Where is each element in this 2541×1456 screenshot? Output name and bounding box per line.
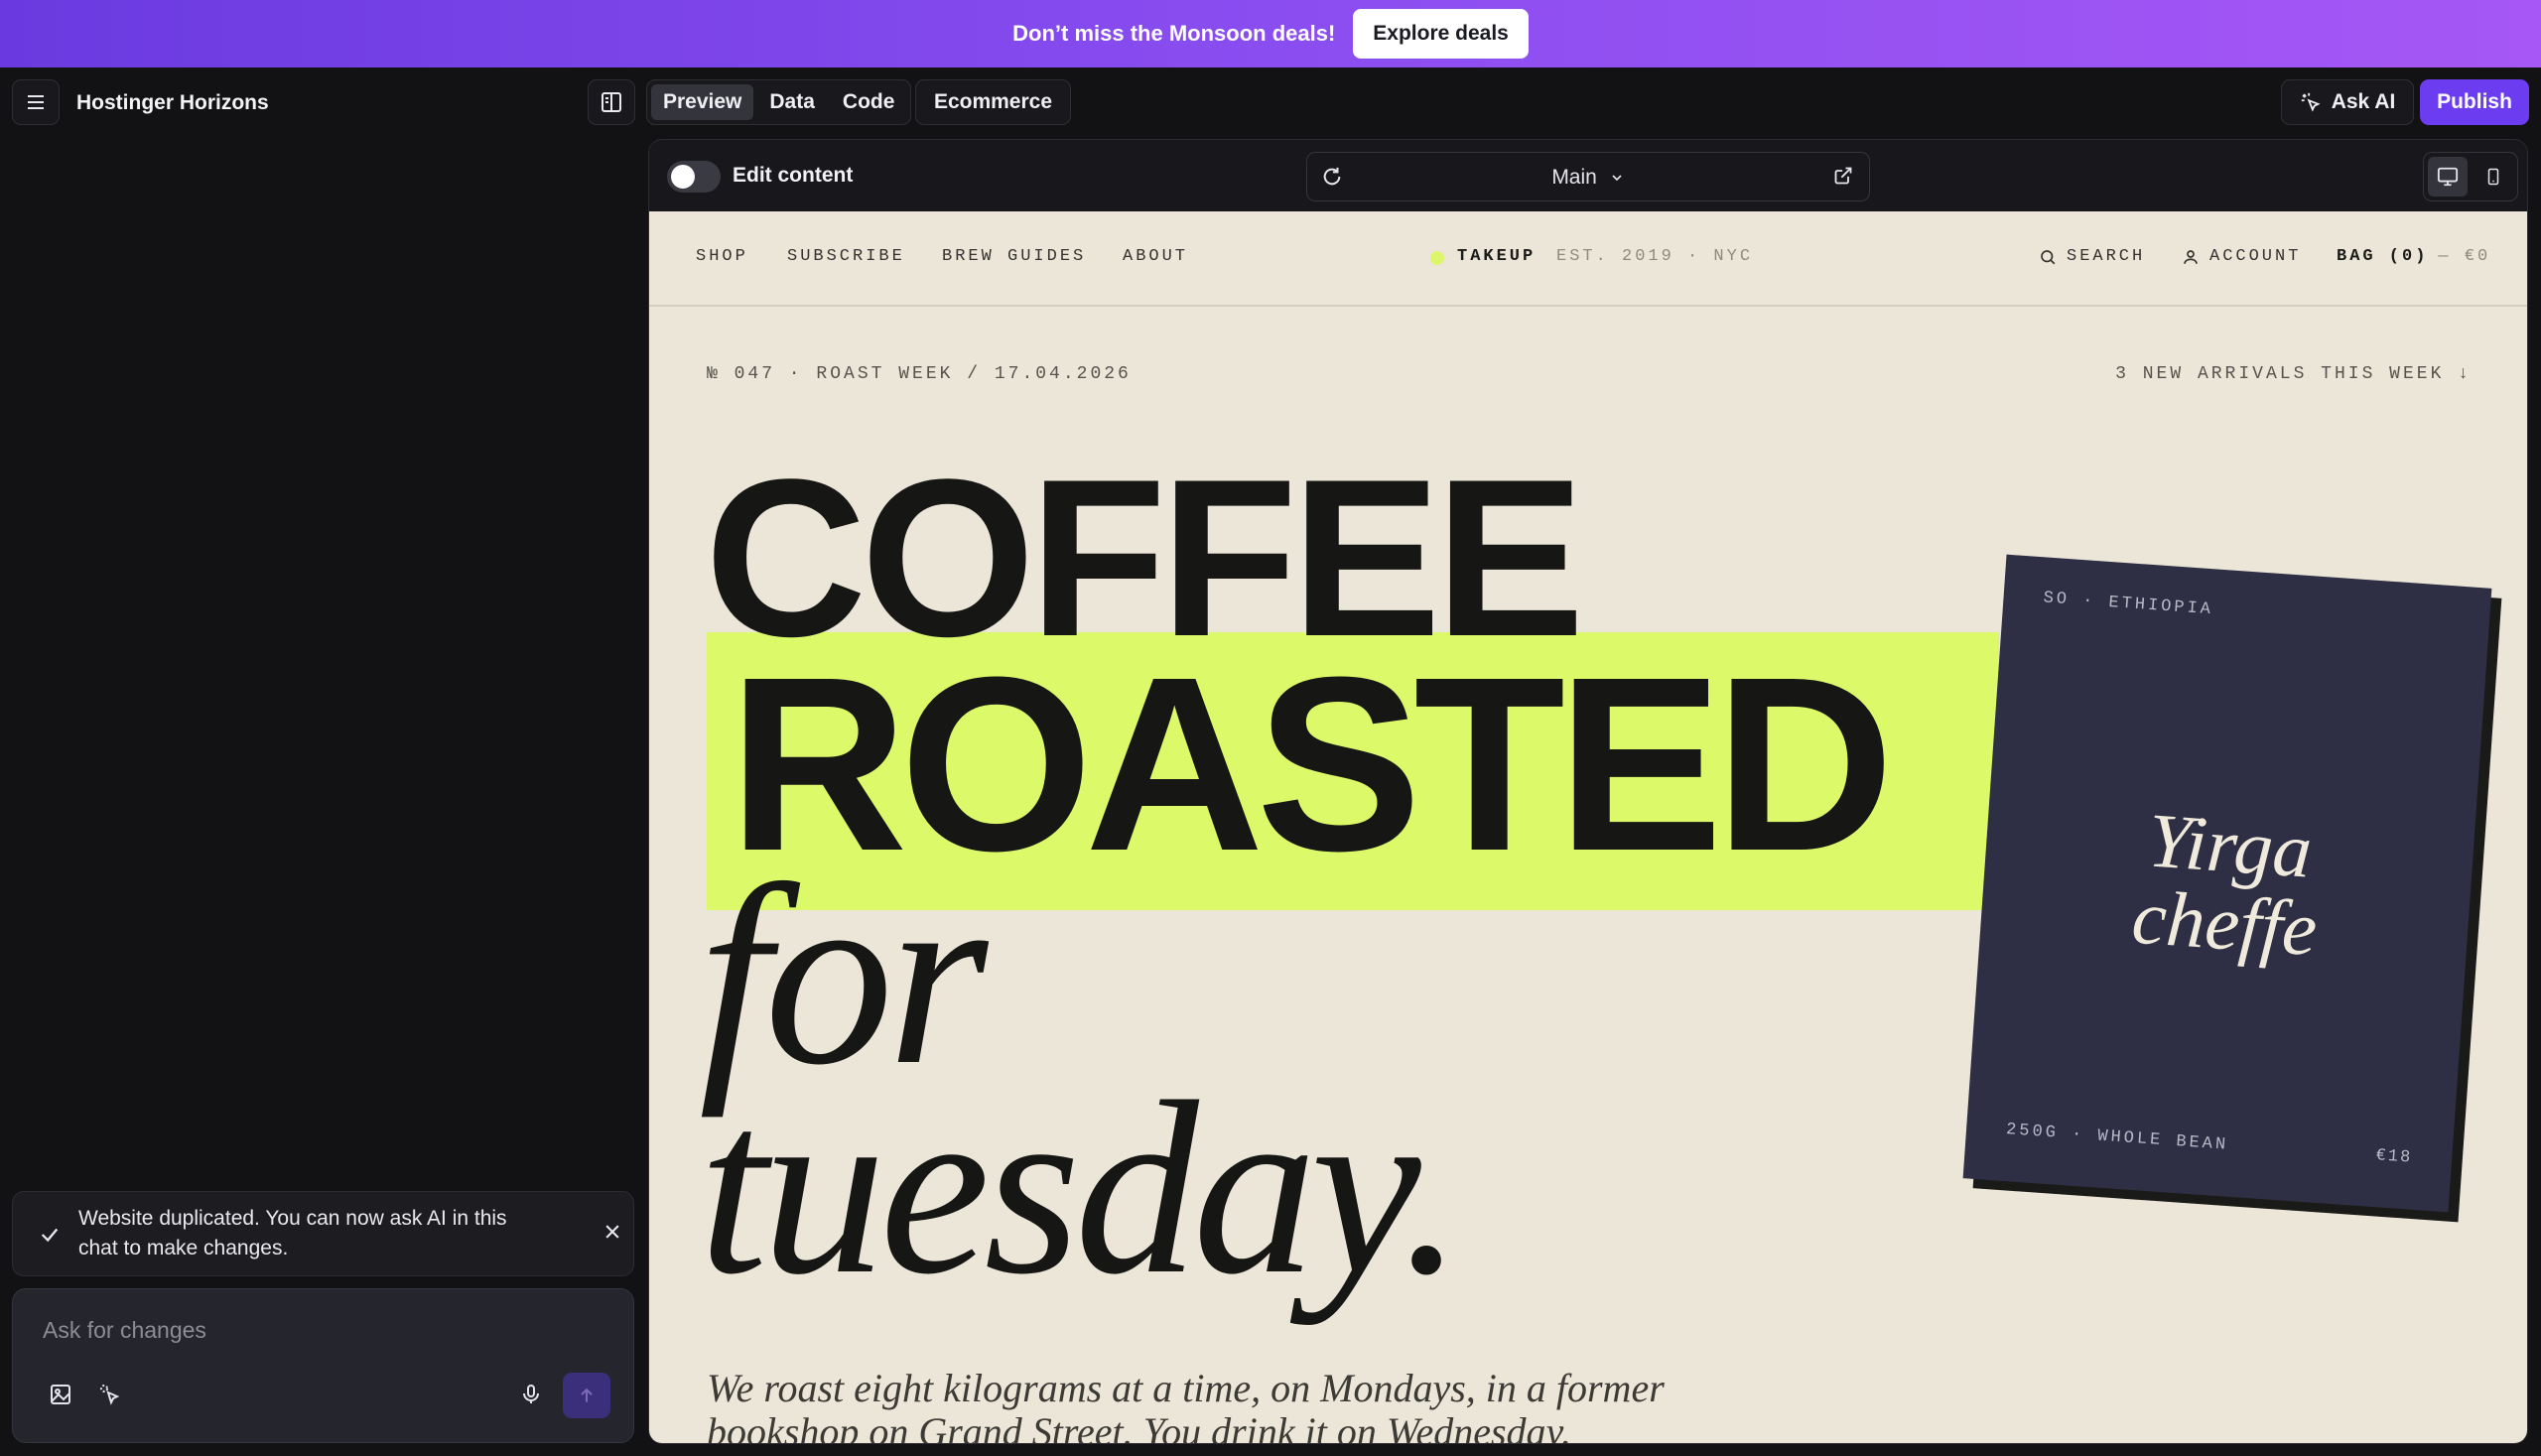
monitor-icon xyxy=(2437,167,2459,187)
bag-label: BAG (0) xyxy=(2337,247,2429,266)
desktop-view-button[interactable] xyxy=(2428,157,2468,197)
site-nav: SHOP SUBSCRIBE BREW GUIDES ABOUT TAKEUP … xyxy=(649,211,2527,307)
tab-data[interactable]: Data xyxy=(757,84,827,120)
toast-message: Website duplicated. You can now ask AI i… xyxy=(78,1207,507,1259)
new-arrivals-link[interactable]: 3 NEW ARRIVALS THIS WEEK ↓ xyxy=(2115,364,2472,384)
tab-preview[interactable]: Preview xyxy=(651,84,754,120)
device-switcher xyxy=(2423,152,2518,201)
promo-text: Don’t miss the Monsoon deals! xyxy=(1012,21,1336,46)
sidebar-panel-icon xyxy=(602,92,621,112)
coffee-bag-card[interactable]: SO · ETHIOPIA Yirga cheffe 250G · WHOLE … xyxy=(1962,554,2492,1213)
search-label: SEARCH xyxy=(2067,247,2146,266)
nav-about[interactable]: ABOUT xyxy=(1123,247,1188,266)
toggle-panel-button[interactable] xyxy=(588,79,635,125)
check-icon xyxy=(41,1228,59,1243)
microphone-icon[interactable] xyxy=(519,1383,543,1406)
duplicate-toast: Website duplicated. You can now ask AI i… xyxy=(12,1191,634,1276)
website-preview: SHOP SUBSCRIBE BREW GUIDES ABOUT TAKEUP … xyxy=(649,211,2527,1444)
nav-brew-guides[interactable]: BREW GUIDES xyxy=(942,247,1086,266)
nav-shop[interactable]: SHOP xyxy=(696,247,748,266)
arrow-up-icon xyxy=(581,1388,593,1402)
bag-total: — €0 xyxy=(2438,247,2491,266)
ask-ai-button[interactable]: Ask AI xyxy=(2281,79,2414,125)
logo-dot xyxy=(1430,251,1444,265)
select-element-icon[interactable] xyxy=(98,1383,122,1406)
ask-ai-label: Ask AI xyxy=(2331,90,2396,113)
image-upload-icon[interactable] xyxy=(49,1383,72,1406)
menu-button[interactable] xyxy=(12,79,60,125)
ecommerce-button[interactable]: Ecommerce xyxy=(915,79,1071,125)
user-icon xyxy=(2184,249,2198,264)
send-button[interactable] xyxy=(563,1373,610,1418)
edit-content-toggle[interactable] xyxy=(667,161,721,193)
tab-code[interactable]: Code xyxy=(831,84,907,120)
close-icon[interactable] xyxy=(602,1222,622,1242)
logo-meta: EST. 2019 · NYC xyxy=(1556,247,1754,266)
nav-bag[interactable]: BAG (0) — €0 xyxy=(2337,247,2490,266)
sparkle-cursor-icon xyxy=(2301,92,2321,112)
external-link-icon[interactable] xyxy=(1833,166,1853,186)
bag-origin: SO · ETHIOPIA xyxy=(2042,589,2214,620)
nav-search[interactable]: SEARCH xyxy=(2039,247,2145,266)
issue-label: № 047 · ROAST WEEK / 17.04.2026 xyxy=(707,364,1132,384)
chevron-down-icon xyxy=(1612,175,1622,182)
preview-frame: Edit content Main SHOP SUBSCRIBE BREW GU… xyxy=(648,139,2528,1444)
bag-weight: 250G · WHOLE BEAN xyxy=(2005,1121,2229,1155)
page-selector-bar: Main xyxy=(1306,152,1870,201)
app-topbar: Hostinger Horizons Preview Data Code Eco… xyxy=(0,67,2541,137)
headline-tuesday: tuesday. xyxy=(699,1051,1463,1326)
toggle-knob xyxy=(671,165,695,189)
account-label: ACCOUNT xyxy=(2209,247,2302,266)
intro-paragraph: We roast eight kilograms at a time, on M… xyxy=(707,1366,1665,1444)
search-icon xyxy=(2041,249,2056,264)
bag-price: €18 xyxy=(2374,1146,2413,1168)
publish-button[interactable]: Publish xyxy=(2420,79,2529,125)
hamburger-icon xyxy=(28,95,44,109)
explore-deals-button[interactable]: Explore deals xyxy=(1353,9,1529,59)
nav-account[interactable]: ACCOUNT xyxy=(2182,247,2301,266)
page-name: Main xyxy=(1551,166,1597,189)
phone-icon xyxy=(2487,168,2499,186)
mobile-view-button[interactable] xyxy=(2474,157,2513,197)
preview-toolbar: Edit content Main xyxy=(649,140,2527,211)
page-dropdown[interactable]: Main xyxy=(1307,166,1869,190)
app-brand: Hostinger Horizons xyxy=(76,91,269,114)
bag-name: Yirga cheffe xyxy=(1979,790,2475,979)
site-logo[interactable]: TAKEUP xyxy=(1457,247,1536,266)
edit-content-label: Edit content xyxy=(733,164,854,187)
nav-subscribe[interactable]: SUBSCRIBE xyxy=(787,247,905,266)
promo-banner: Don’t miss the Monsoon deals! Explore de… xyxy=(0,0,2541,67)
ask-for-changes-input[interactable] xyxy=(43,1317,599,1344)
view-tabs: Preview Data Code xyxy=(646,79,912,125)
chat-composer xyxy=(12,1288,634,1443)
